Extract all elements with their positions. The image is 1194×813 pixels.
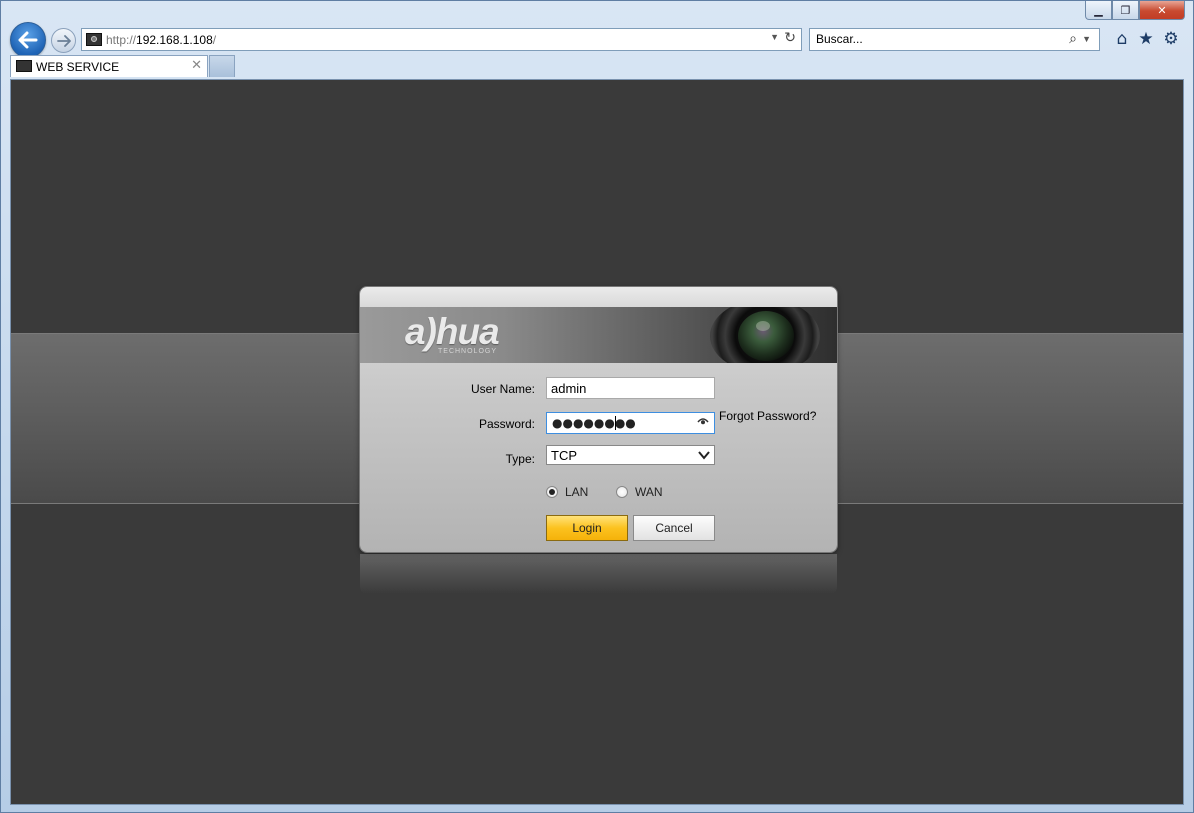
tab-web-service[interactable]: WEB SERVICE ✕: [10, 55, 208, 77]
tab-title: WEB SERVICE: [36, 60, 120, 74]
login-dialog: a)hua TECHNOLOGY User Name: Password: ●●…: [360, 287, 837, 552]
back-arrow-icon: [18, 31, 38, 49]
forgot-password-link[interactable]: Forgot Password?: [719, 409, 816, 423]
radio-wan[interactable]: [616, 486, 628, 498]
forward-button[interactable]: [51, 28, 76, 53]
password-label: Password:: [478, 417, 535, 431]
refresh-icon[interactable]: ↻: [784, 30, 796, 46]
browser-window: ▁ ❐ ✕ http://192.168.1.108/ ▼ ↻ ⌕ ▼ ⌂ ★ …: [0, 0, 1194, 813]
home-icon[interactable]: ⌂: [1112, 29, 1132, 49]
type-selected-value: TCP: [551, 448, 577, 463]
new-tab-button[interactable]: [209, 55, 235, 77]
text-caret: [615, 416, 616, 430]
search-box[interactable]: ⌕ ▼: [809, 28, 1100, 51]
address-url[interactable]: http://192.168.1.108/: [106, 33, 216, 47]
chevron-down-icon: [698, 451, 710, 460]
address-bar[interactable]: http://192.168.1.108/ ▼ ↻: [81, 28, 802, 51]
site-favicon-icon: [86, 33, 102, 46]
page-viewport: a)hua TECHNOLOGY User Name: Password: ●●…: [10, 79, 1184, 805]
password-field[interactable]: ●●●●●●●●: [546, 412, 715, 434]
window-controls: ▁ ❐ ✕: [1085, 1, 1185, 20]
radio-lan[interactable]: [546, 486, 558, 498]
logo-subtitle: TECHNOLOGY: [438, 348, 498, 355]
login-button[interactable]: Login: [546, 515, 628, 541]
address-dropdown-icon[interactable]: ▼: [770, 32, 779, 42]
tab-close-icon[interactable]: ✕: [191, 58, 202, 73]
favorites-star-icon[interactable]: ★: [1136, 29, 1156, 49]
close-icon[interactable]: ✕: [1139, 1, 1185, 20]
back-button[interactable]: [10, 22, 46, 58]
camera-lens-core: [738, 311, 794, 361]
type-select[interactable]: TCP: [546, 445, 715, 465]
login-banner: a)hua TECHNOLOGY: [360, 307, 837, 363]
radio-wan-label[interactable]: WAN: [635, 485, 663, 499]
search-icon[interactable]: ⌕: [1069, 31, 1077, 47]
search-dropdown-icon[interactable]: ▼: [1082, 34, 1091, 44]
cancel-button[interactable]: Cancel: [633, 515, 715, 541]
show-password-eye-icon[interactable]: [697, 417, 709, 425]
camera-lens-glint: [756, 321, 770, 331]
type-label: Type:: [505, 452, 535, 466]
settings-gear-icon[interactable]: ⚙: [1161, 29, 1181, 49]
search-input[interactable]: [816, 32, 1056, 46]
username-field[interactable]: [546, 377, 715, 399]
username-label: User Name:: [470, 382, 535, 396]
dahua-logo: a)hua: [405, 311, 500, 352]
forward-arrow-icon: [56, 34, 71, 47]
tab-favicon-icon: [16, 60, 32, 72]
radio-lan-label[interactable]: LAN: [565, 485, 588, 499]
dialog-reflection: [360, 554, 837, 594]
restore-icon[interactable]: ❐: [1112, 1, 1139, 20]
minimize-icon[interactable]: ▁: [1085, 1, 1112, 20]
password-mask: ●●●●●●●●: [552, 416, 636, 430]
